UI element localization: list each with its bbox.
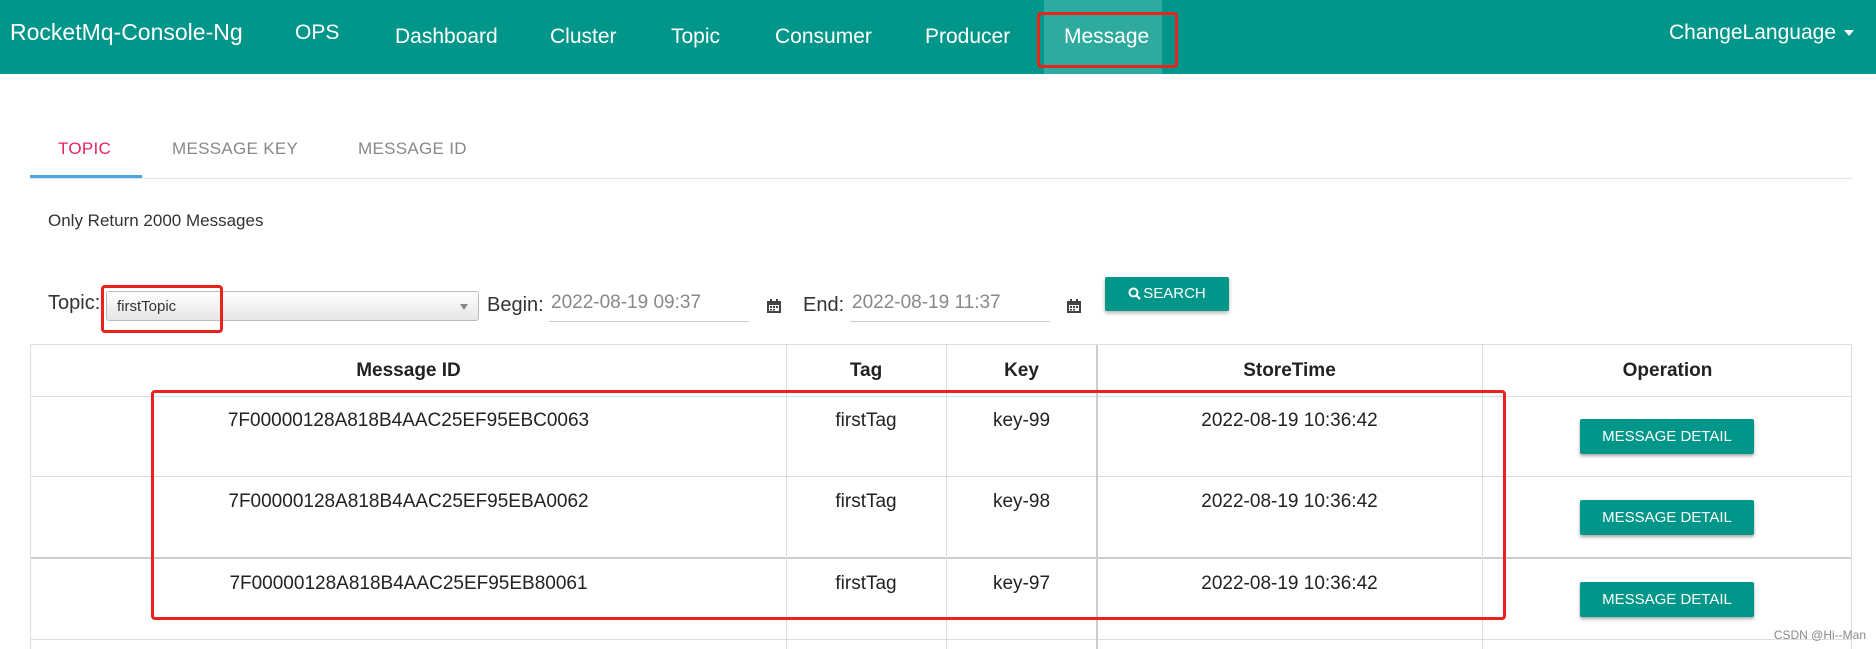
message-detail-button[interactable]: MESSAGE DETAIL xyxy=(1580,500,1754,535)
table-row: 7F00000128A818B4AAC25EF95EB80061 firstTa… xyxy=(31,559,1851,640)
cell-key: key-97 xyxy=(992,573,1051,594)
nav-item-cluster[interactable]: Cluster xyxy=(550,25,617,49)
search-button[interactable]: SEARCH xyxy=(1105,277,1229,311)
header-store-time: StoreTime xyxy=(1243,360,1336,381)
end-label: End: xyxy=(803,294,845,316)
begin-calendar-icon[interactable] xyxy=(766,298,782,314)
tab-divider xyxy=(30,178,1852,179)
change-language-dropdown[interactable]: ChangeLanguage xyxy=(1669,21,1854,45)
column-divider xyxy=(1482,345,1483,649)
cell-store-time: 2022-08-19 10:36:42 xyxy=(1201,573,1378,594)
cell-tag: firstTag xyxy=(835,410,897,431)
column-divider xyxy=(786,345,787,649)
nav-item-topic[interactable]: Topic xyxy=(671,25,720,49)
dropdown-arrow-icon xyxy=(460,304,468,310)
column-divider xyxy=(1096,345,1098,649)
nav-item-producer[interactable]: Producer xyxy=(925,25,1010,49)
topic-label: Topic: xyxy=(48,292,101,314)
cell-message-id: 7F00000128A818B4AAC25EF95EBA0062 xyxy=(228,491,589,512)
header-message-id: Message ID xyxy=(356,360,461,381)
cell-key: key-98 xyxy=(992,491,1051,512)
cell-store-time: 2022-08-19 10:36:42 xyxy=(1201,491,1378,512)
table-header: Message ID Tag Key StoreTime Operation xyxy=(31,345,1851,397)
search-icon xyxy=(1128,287,1141,300)
change-language-label: ChangeLanguage xyxy=(1669,21,1836,44)
column-divider xyxy=(946,345,947,649)
message-detail-button[interactable]: MESSAGE DETAIL xyxy=(1580,582,1754,617)
cell-message-id: 7F00000128A818B4AAC25EF95EB80061 xyxy=(229,573,588,594)
begin-date-input[interactable]: 2022-08-19 09:37 xyxy=(549,288,749,322)
result-limit-note: Only Return 2000 Messages xyxy=(48,211,264,230)
caret-down-icon xyxy=(1844,30,1854,37)
message-table: Message ID Tag Key StoreTime Operation 7… xyxy=(30,344,1852,649)
watermark: CSDN @Hi--Man xyxy=(1773,628,1866,642)
begin-label: Begin: xyxy=(487,294,544,316)
nav-item-dashboard[interactable]: Dashboard xyxy=(395,25,498,49)
end-calendar-icon[interactable] xyxy=(1066,298,1082,314)
brand-logo[interactable]: RocketMq-Console-Ng xyxy=(10,19,243,46)
header-operation: Operation xyxy=(1622,360,1713,381)
cell-store-time: 2022-08-19 10:36:42 xyxy=(1201,410,1378,431)
cell-message-id: 7F00000128A818B4AAC25EF95EBC0063 xyxy=(227,410,590,431)
table-row: 7F00000128A818B4AAC25EF95EBC0063 firstTa… xyxy=(31,396,1851,477)
tab-topic[interactable]: TOPIC xyxy=(58,139,111,159)
header-tag: Tag xyxy=(849,360,883,381)
message-detail-button[interactable]: MESSAGE DETAIL xyxy=(1580,419,1754,454)
cell-key: key-99 xyxy=(992,410,1051,431)
tab-message-id[interactable]: MESSAGE ID xyxy=(358,139,467,159)
top-navbar: RocketMq-Console-Ng OPS Dashboard Cluste… xyxy=(0,0,1876,74)
topic-select-value: firstTopic xyxy=(117,298,177,315)
cell-tag: firstTag xyxy=(835,573,897,594)
nav-item-ops[interactable]: OPS xyxy=(295,21,339,45)
end-date-input[interactable]: 2022-08-19 11:37 xyxy=(850,288,1050,322)
table-row: 7F00000128A818B4AAC25EF95EBA0062 firstTa… xyxy=(31,477,1851,559)
nav-item-consumer[interactable]: Consumer xyxy=(775,25,872,49)
search-button-label: SEARCH xyxy=(1143,285,1206,302)
tab-message-key[interactable]: MESSAGE KEY xyxy=(172,139,298,159)
end-date-value: 2022-08-19 11:37 xyxy=(852,292,1001,313)
begin-date-value: 2022-08-19 09:37 xyxy=(551,292,702,313)
nav-item-message[interactable]: Message xyxy=(1064,25,1149,49)
topic-select[interactable]: firstTopic xyxy=(106,291,479,321)
cell-tag: firstTag xyxy=(835,491,897,512)
header-key: Key xyxy=(1004,360,1039,381)
